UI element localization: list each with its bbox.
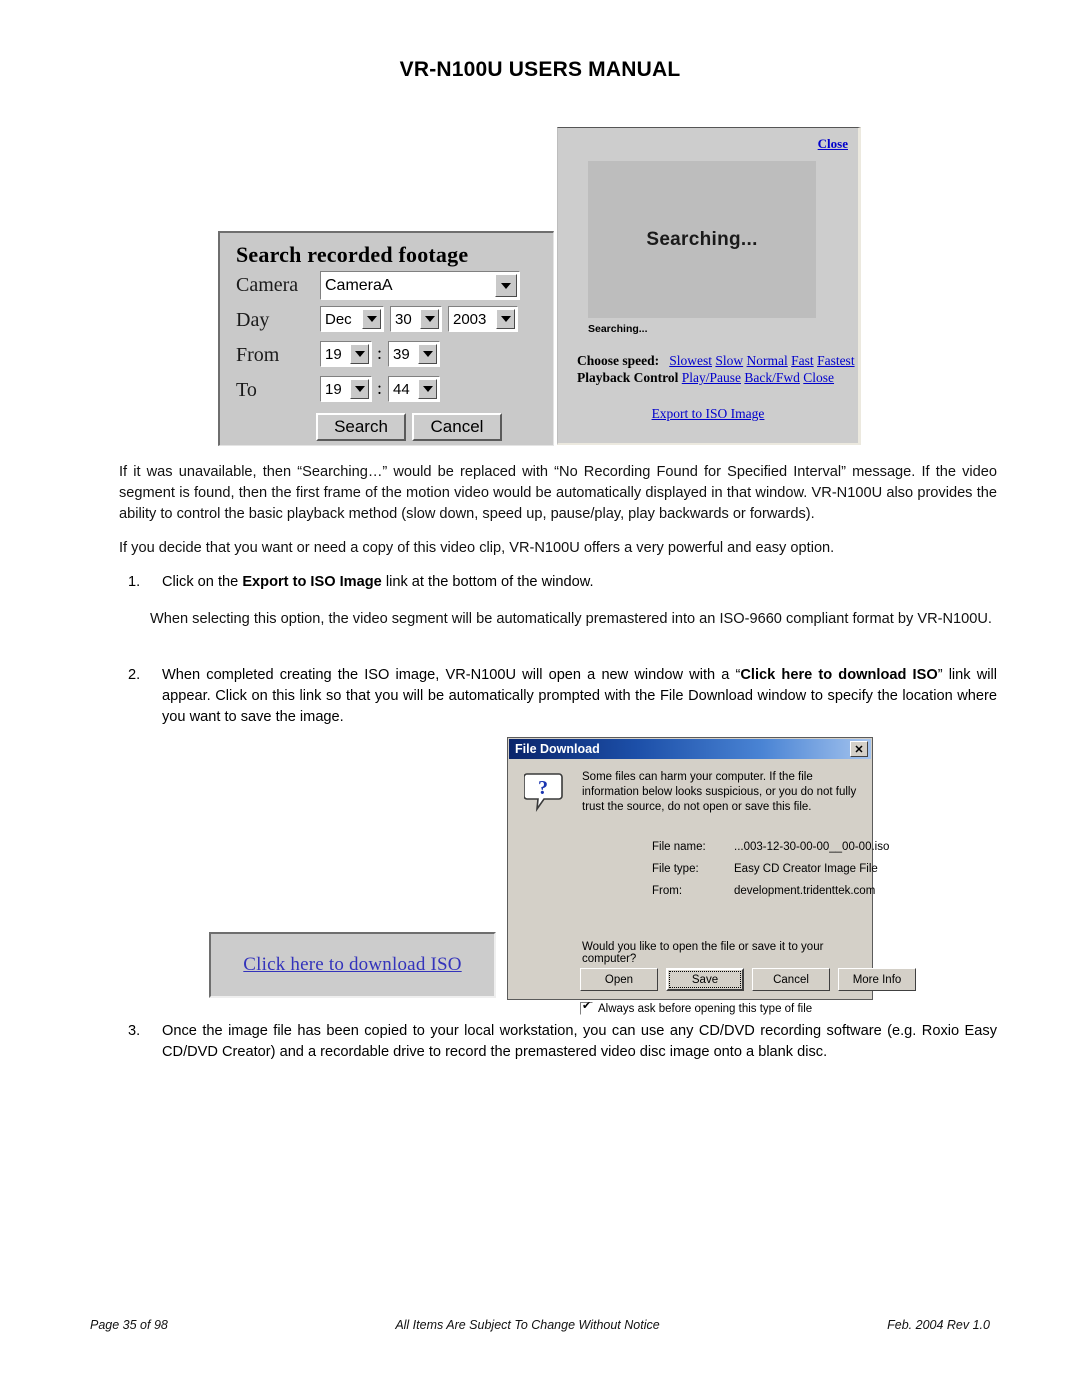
click-here-to-download-iso-link[interactable]: Click here to download ISO [243,954,461,976]
chevron-down-icon[interactable] [350,344,369,364]
page-footer: Page 35 of 98 All Items Are Subject To C… [90,1318,990,1332]
chevron-down-icon[interactable] [362,309,381,329]
searching-playback-window: Close Searching... Searching... Choose s… [557,127,861,445]
speed-link-fast[interactable]: Fast [791,353,814,368]
playback-control-label: Playback Control [577,370,679,385]
export-row: Export to ISO Image [558,405,858,423]
footer-left: Page 35 of 98 [90,1318,168,1332]
close-icon[interactable]: ✕ [850,741,868,757]
always-ask-label: Always ask before opening this type of f… [598,1002,813,1015]
chevron-down-icon[interactable] [495,274,517,297]
day-label: Day [236,309,270,331]
day-select-value: 30 [395,310,412,328]
to-hour-select[interactable]: 19 [320,376,372,402]
file-download-titlebar: File Download ✕ [509,739,871,759]
searching-status-text: Searching... [588,323,648,335]
to-label: To [236,379,257,401]
from-label: From [236,344,280,366]
file-name-field: File name: ...003-12-30-00-00__00-00.iso [652,841,952,857]
item-1-pre: Click on the [162,574,243,590]
file-type-label: File type: [652,863,699,875]
chevron-down-icon[interactable] [418,379,437,399]
item-1-number: 1. [128,574,141,590]
from-label: From: [652,885,683,897]
paragraph-2: If you decide that you want or need a co… [119,540,835,556]
from-hour-select[interactable]: 19 [320,341,372,367]
file-name-label: File name: [652,841,706,853]
item-1: Click on the Export to ISO Image link at… [162,572,997,593]
paragraph-1: If it was unavailable, then “Searching…”… [119,464,997,522]
to-hour-value: 19 [325,380,342,398]
month-select[interactable]: Dec [320,306,384,332]
year-select[interactable]: 2003 [448,306,518,332]
camera-select-value: CameraA [325,276,393,294]
search-button[interactable]: Search [316,413,406,441]
item-2-number: 2. [128,667,141,683]
chevron-down-icon[interactable] [418,344,437,364]
save-button[interactable]: Save [666,968,744,991]
file-download-question: Would you like to open the file or save … [582,941,824,965]
playback-link-close[interactable]: Close [803,370,834,385]
file-name-value: ...003-12-30-00-00__00-00.iso [734,841,890,853]
always-ask-checkbox[interactable] [580,1000,593,1015]
video-status-text: Searching... [646,228,758,250]
export-to-iso-image-link[interactable]: Export to ISO Image [652,406,765,421]
video-preview-area: Searching... [588,161,816,318]
chevron-down-icon[interactable] [420,309,439,329]
file-type-value: Easy CD Creator Image File [734,863,878,875]
footer-right: Feb. 2004 Rev 1.0 [887,1318,990,1332]
speed-link-fastest[interactable]: Fastest [817,353,855,368]
speed-link-slow[interactable]: Slow [715,353,743,368]
question-bubble-icon: ? [523,772,566,812]
chevron-down-icon[interactable] [350,379,369,399]
from-time-separator: : [377,343,383,363]
item-3: Once the image file has been copied to y… [162,1023,997,1060]
item-1-post: link at the bottom of the window. [381,574,594,590]
playback-link-play-pause[interactable]: Play/Pause [682,370,741,385]
cancel-button[interactable]: Cancel [752,968,830,991]
from-minute-value: 39 [393,345,410,363]
chevron-down-icon[interactable] [496,309,515,329]
from-value: development.tridenttek.com [734,885,876,897]
to-minute-select[interactable]: 44 [388,376,440,402]
item-2-pre: When completed creating the ISO image, V… [162,667,741,683]
year-select-value: 2003 [453,310,487,328]
speed-link-slowest[interactable]: Slowest [669,353,712,368]
to-time-separator: : [377,378,383,398]
page-title: VR-N100U USERS MANUAL [399,58,681,81]
always-ask-row[interactable]: Always ask before opening this type of f… [580,1000,813,1015]
file-download-dialog: File Download ✕ ? Some files can harm yo… [507,737,916,1015]
from-hour-value: 19 [325,345,342,363]
footer-center: All Items Are Subject To Change Without … [395,1318,660,1332]
from-field: From: development.tridenttek.com [652,885,952,901]
item-2-bold: Click here to download ISO [740,667,938,683]
camera-label: Camera [236,274,299,296]
searching-close-link[interactable]: Close [818,136,848,152]
camera-select[interactable]: CameraA [320,271,520,300]
choose-speed-row: Choose speed: Slowest Slow Normal Fast F… [577,353,855,369]
day-select[interactable]: 30 [390,306,442,332]
file-download-title: File Download [515,742,600,756]
item-3-number: 3. [128,1023,141,1039]
file-download-warning: Some files can harm your computer. If th… [582,771,857,813]
open-button[interactable]: Open [580,968,658,991]
month-select-value: Dec [325,310,352,328]
download-iso-figure: Click here to download ISO [209,932,496,998]
speed-link-normal[interactable]: Normal [747,353,788,368]
choose-speed-label: Choose speed: [577,353,660,368]
search-recorded-footage-dialog: Search recorded footage Camera CameraA D… [218,231,554,446]
search-dialog-title: Search recorded footage [236,242,469,267]
playback-link-back-fwd[interactable]: Back/Fwd [744,370,800,385]
cancel-button[interactable]: Cancel [412,413,502,441]
from-minute-select[interactable]: 39 [388,341,440,367]
item-1-bold: Export to ISO Image [242,574,382,590]
more-info-button[interactable]: More Info [838,968,916,991]
svg-text:?: ? [538,777,548,799]
playback-control-row: Playback Control Play/Pause Back/Fwd Clo… [577,370,834,386]
file-type-field: File type: Easy CD Creator Image File [652,863,952,879]
to-minute-value: 44 [393,380,410,398]
paragraph-3: When selecting this option, the video se… [150,611,992,627]
item-2: When completed creating the ISO image, V… [162,665,997,728]
